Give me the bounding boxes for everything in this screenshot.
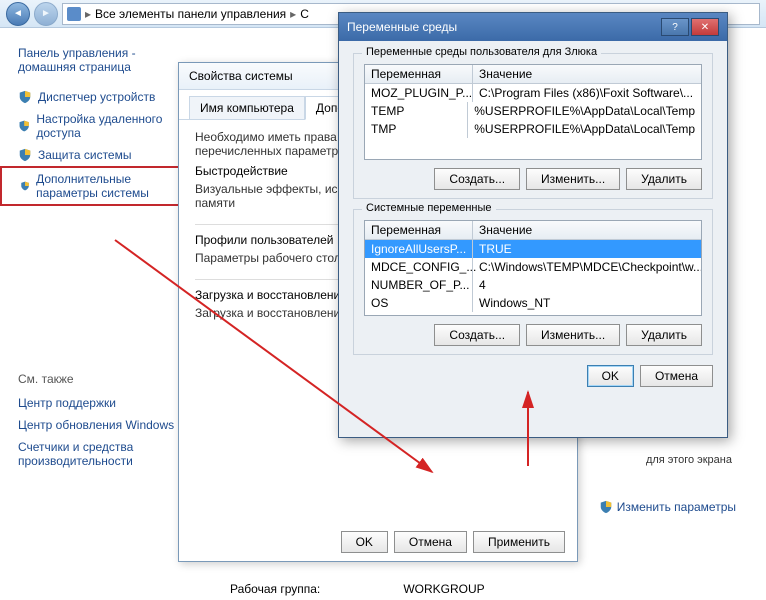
cell-variable: TEMP (365, 102, 468, 120)
cell-value: %USERPROFILE%\AppData\Local\Temp (468, 102, 701, 120)
user-variables-table[interactable]: Переменная Значение MOZ_PLUGIN_P...C:\Pr… (364, 64, 702, 160)
cell-value: %USERPROFILE%\AppData\Local\Temp (468, 120, 701, 138)
user-edit-button[interactable]: Изменить... (526, 168, 620, 190)
table-row[interactable]: NUMBER_OF_P...4 (365, 276, 701, 294)
cell-value: 4 (473, 276, 701, 294)
col-variable[interactable]: Переменная (365, 221, 473, 239)
sidebar-item-label: Настройка удаленного доступа (36, 112, 190, 140)
workgroup-row: Рабочая группа: WORKGROUP (230, 582, 485, 596)
window-buttons: ? ✕ (661, 18, 719, 36)
link-support-center[interactable]: Центр поддержки (0, 392, 208, 414)
cell-variable: OS (365, 294, 473, 312)
control-panel-icon (67, 7, 81, 21)
cell-value: Windows_NT (473, 294, 701, 312)
link-label: Счетчики и средства производительности (18, 440, 190, 468)
cell-value: C:\Windows\TEMP\MDCE\Checkpoint\w... (473, 258, 702, 276)
sys-group-title: Системные переменные (362, 202, 496, 214)
workgroup-label: Рабочая группа: (230, 582, 400, 596)
nav-back-button[interactable]: ◄ (6, 2, 30, 26)
sidebar-item-label: Диспетчер устройств (38, 90, 155, 104)
env-ok-button[interactable]: OK (587, 365, 634, 387)
environment-variables-dialog: Переменные среды ? ✕ Переменные среды по… (338, 12, 728, 438)
shield-icon (20, 179, 30, 193)
table-header: Переменная Значение (365, 221, 701, 240)
sidebar-item-remote[interactable]: Настройка удаленного доступа (0, 108, 208, 144)
resolution-hint: для этого экрана (646, 454, 732, 466)
link-label: Центр поддержки (18, 396, 116, 410)
ok-button[interactable]: OK (341, 531, 388, 553)
sidebar-title[interactable]: Панель управления - домашняя страница (0, 38, 208, 86)
table-header: Переменная Значение (365, 65, 701, 84)
shield-icon (18, 119, 30, 133)
shield-icon (599, 500, 613, 514)
user-variables-group: Переменные среды пользователя для Злюка … (353, 53, 713, 199)
cancel-button[interactable]: Отмена (394, 531, 467, 553)
cell-variable: MOZ_PLUGIN_P... (365, 84, 473, 102)
shield-icon (18, 90, 32, 104)
help-button[interactable]: ? (661, 18, 689, 36)
env-body: Переменные среды пользователя для Злюка … (339, 41, 727, 399)
system-variables-group: Системные переменные Переменная Значение… (353, 209, 713, 355)
see-also-label: См. также (0, 366, 208, 392)
sidebar: Панель управления - домашняя страница Ди… (0, 28, 208, 600)
table-row[interactable]: TEMP%USERPROFILE%\AppData\Local\Temp (365, 102, 701, 120)
sys-edit-button[interactable]: Изменить... (526, 324, 620, 346)
sidebar-item-protection[interactable]: Защита системы (0, 144, 208, 166)
breadcrumb-sep-icon: ▸ (85, 7, 91, 21)
sys-delete-button[interactable]: Удалить (626, 324, 702, 346)
breadcrumb-next: С (300, 7, 309, 21)
table-row[interactable]: TMP%USERPROFILE%\AppData\Local\Temp (365, 120, 701, 138)
breadcrumb-sep-icon: ▸ (290, 7, 296, 21)
user-group-title: Переменные среды пользователя для Злюка (362, 46, 601, 58)
apply-button[interactable]: Применить (473, 531, 565, 553)
col-variable[interactable]: Переменная (365, 65, 473, 83)
table-row[interactable]: IgnoreAllUsersP...TRUE (365, 240, 701, 258)
table-row[interactable]: MDCE_CONFIG_...C:\Windows\TEMP\MDCE\Chec… (365, 258, 701, 276)
env-cancel-button[interactable]: Отмена (640, 365, 713, 387)
tab-computer-name[interactable]: Имя компьютера (189, 96, 305, 119)
dialog-footer: OK Отмена Применить (341, 531, 565, 553)
table-row[interactable]: OSWindows_NT (365, 294, 701, 312)
col-value[interactable]: Значение (473, 65, 701, 83)
env-titlebar: Переменные среды ? ✕ (339, 13, 727, 41)
sidebar-item-label: Дополнительные параметры системы (36, 172, 188, 200)
sidebar-item-device-manager[interactable]: Диспетчер устройств (0, 86, 208, 108)
system-variables-table[interactable]: Переменная Значение IgnoreAllUsersP...TR… (364, 220, 702, 316)
sidebar-item-label: Защита системы (38, 148, 131, 162)
close-button[interactable]: ✕ (691, 18, 719, 36)
sys-create-button[interactable]: Создать... (434, 324, 520, 346)
cell-variable: MDCE_CONFIG_... (365, 258, 473, 276)
nav-forward-button[interactable]: ► (34, 2, 58, 26)
workgroup-value: WORKGROUP (403, 582, 484, 596)
cell-variable: NUMBER_OF_P... (365, 276, 473, 294)
shield-icon (18, 148, 32, 162)
user-delete-button[interactable]: Удалить (626, 168, 702, 190)
change-params-label: Изменить параметры (617, 500, 736, 514)
cell-variable: IgnoreAllUsersP... (365, 240, 473, 258)
change-params-link[interactable]: Изменить параметры (599, 500, 736, 514)
sidebar-item-advanced-system[interactable]: Дополнительные параметры системы (0, 166, 208, 206)
breadcrumb-text: Все элементы панели управления (95, 7, 286, 21)
col-value[interactable]: Значение (473, 221, 701, 239)
cell-value: TRUE (473, 240, 701, 258)
link-perf-tools[interactable]: Счетчики и средства производительности (0, 436, 208, 472)
link-windows-update[interactable]: Центр обновления Windows (0, 414, 208, 436)
user-create-button[interactable]: Создать... (434, 168, 520, 190)
link-label: Центр обновления Windows (18, 418, 174, 432)
cell-value: C:\Program Files (x86)\Foxit Software\..… (473, 84, 701, 102)
cell-variable: TMP (365, 120, 468, 138)
table-row[interactable]: MOZ_PLUGIN_P...C:\Program Files (x86)\Fo… (365, 84, 701, 102)
env-title: Переменные среды (347, 20, 661, 34)
